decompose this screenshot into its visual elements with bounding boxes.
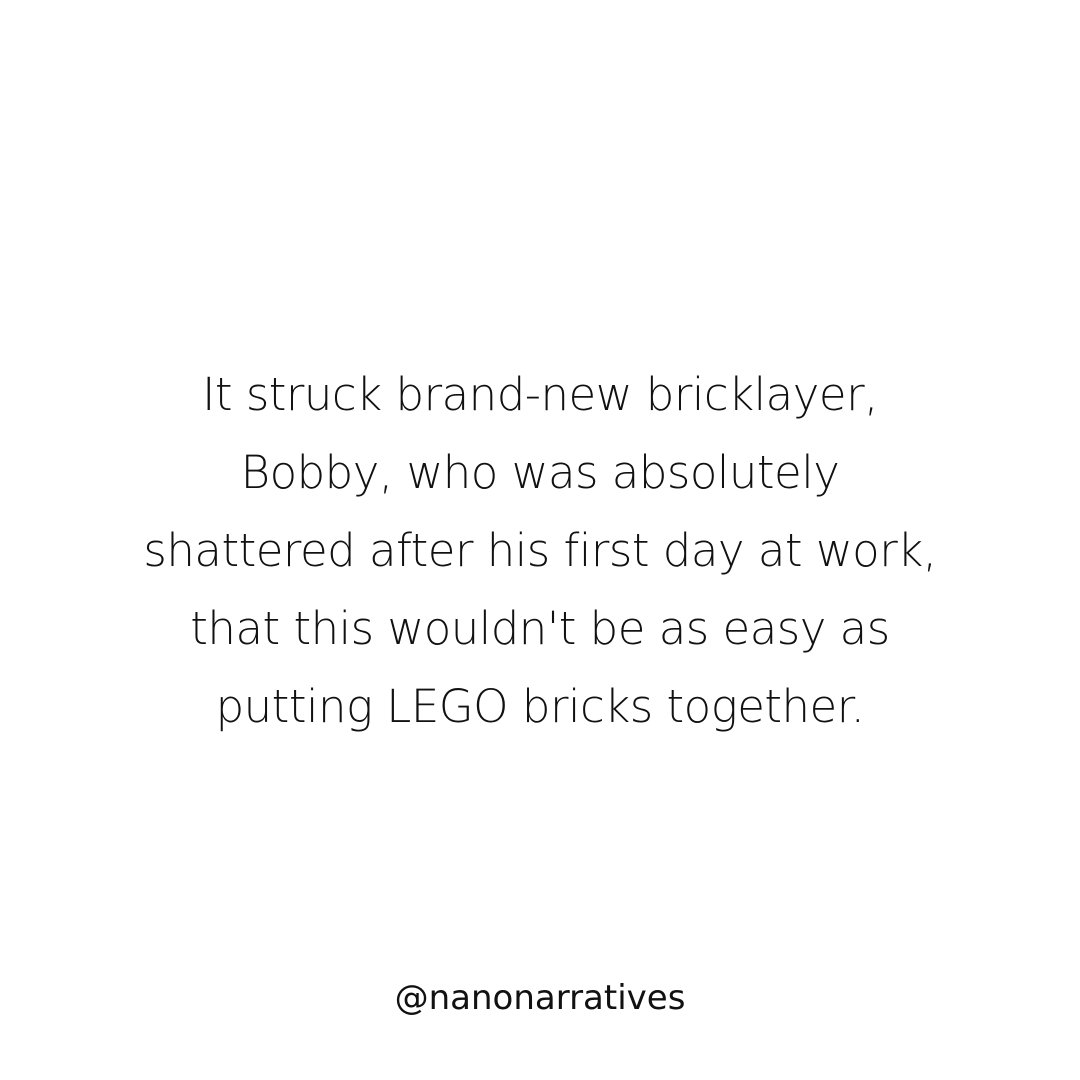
post-canvas: It struck brand-new bricklayer, Bobby, w… [0, 0, 1080, 1080]
story-text: It struck brand-new bricklayer, Bobby, w… [60, 356, 1020, 746]
story-line-3: shattered after his first day at work, [143, 524, 937, 577]
author-handle: @nanonarratives [394, 978, 686, 1018]
story-line-1: It struck brand-new bricklayer, [202, 368, 878, 421]
story-line-5: putting LEGO bricks together. [215, 680, 865, 733]
story-line-4: that this wouldn't be as easy as [190, 602, 890, 655]
story-line-2: Bobby, who was absolutely [240, 446, 840, 499]
